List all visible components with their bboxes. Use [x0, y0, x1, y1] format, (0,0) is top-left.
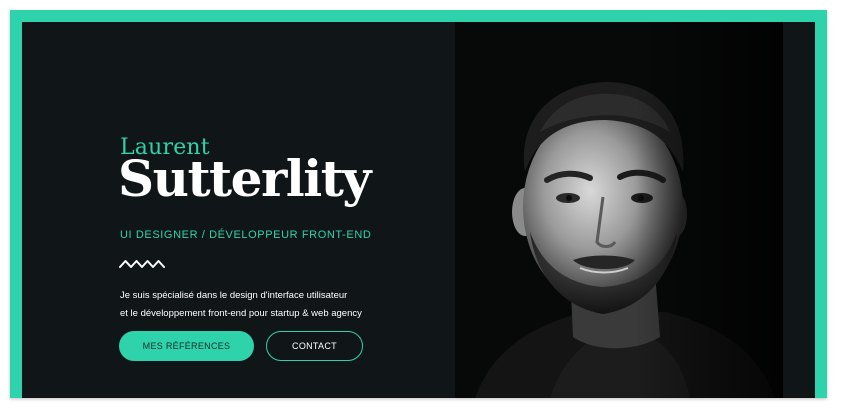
contact-button[interactable]: CONTACT [266, 331, 363, 361]
references-button-label: MES RÉFÉRENCES [142, 341, 231, 351]
references-button[interactable]: MES RÉFÉRENCES [119, 331, 254, 361]
portrait-photo [455, 22, 783, 398]
intro-line-1: Je suis spécialisé dans le design d'inte… [120, 290, 348, 301]
site-frame: Laurent Sutterlity UI DESIGNER / DÉVELOP… [10, 10, 827, 398]
role-subtitle: UI DESIGNER / DÉVELOPPEUR FRONT-END [120, 229, 372, 241]
intro-line-2: et le développement front-end pour start… [120, 308, 362, 319]
last-name-heading: Sutterlity [118, 149, 371, 208]
hero-section: Laurent Sutterlity UI DESIGNER / DÉVELOP… [22, 22, 815, 398]
zigzag-divider-icon [119, 260, 165, 268]
portrait-illustration [455, 22, 783, 398]
contact-button-label: CONTACT [292, 341, 337, 351]
intro-text: Je suis spécialisé dans le design d'inte… [120, 287, 420, 323]
